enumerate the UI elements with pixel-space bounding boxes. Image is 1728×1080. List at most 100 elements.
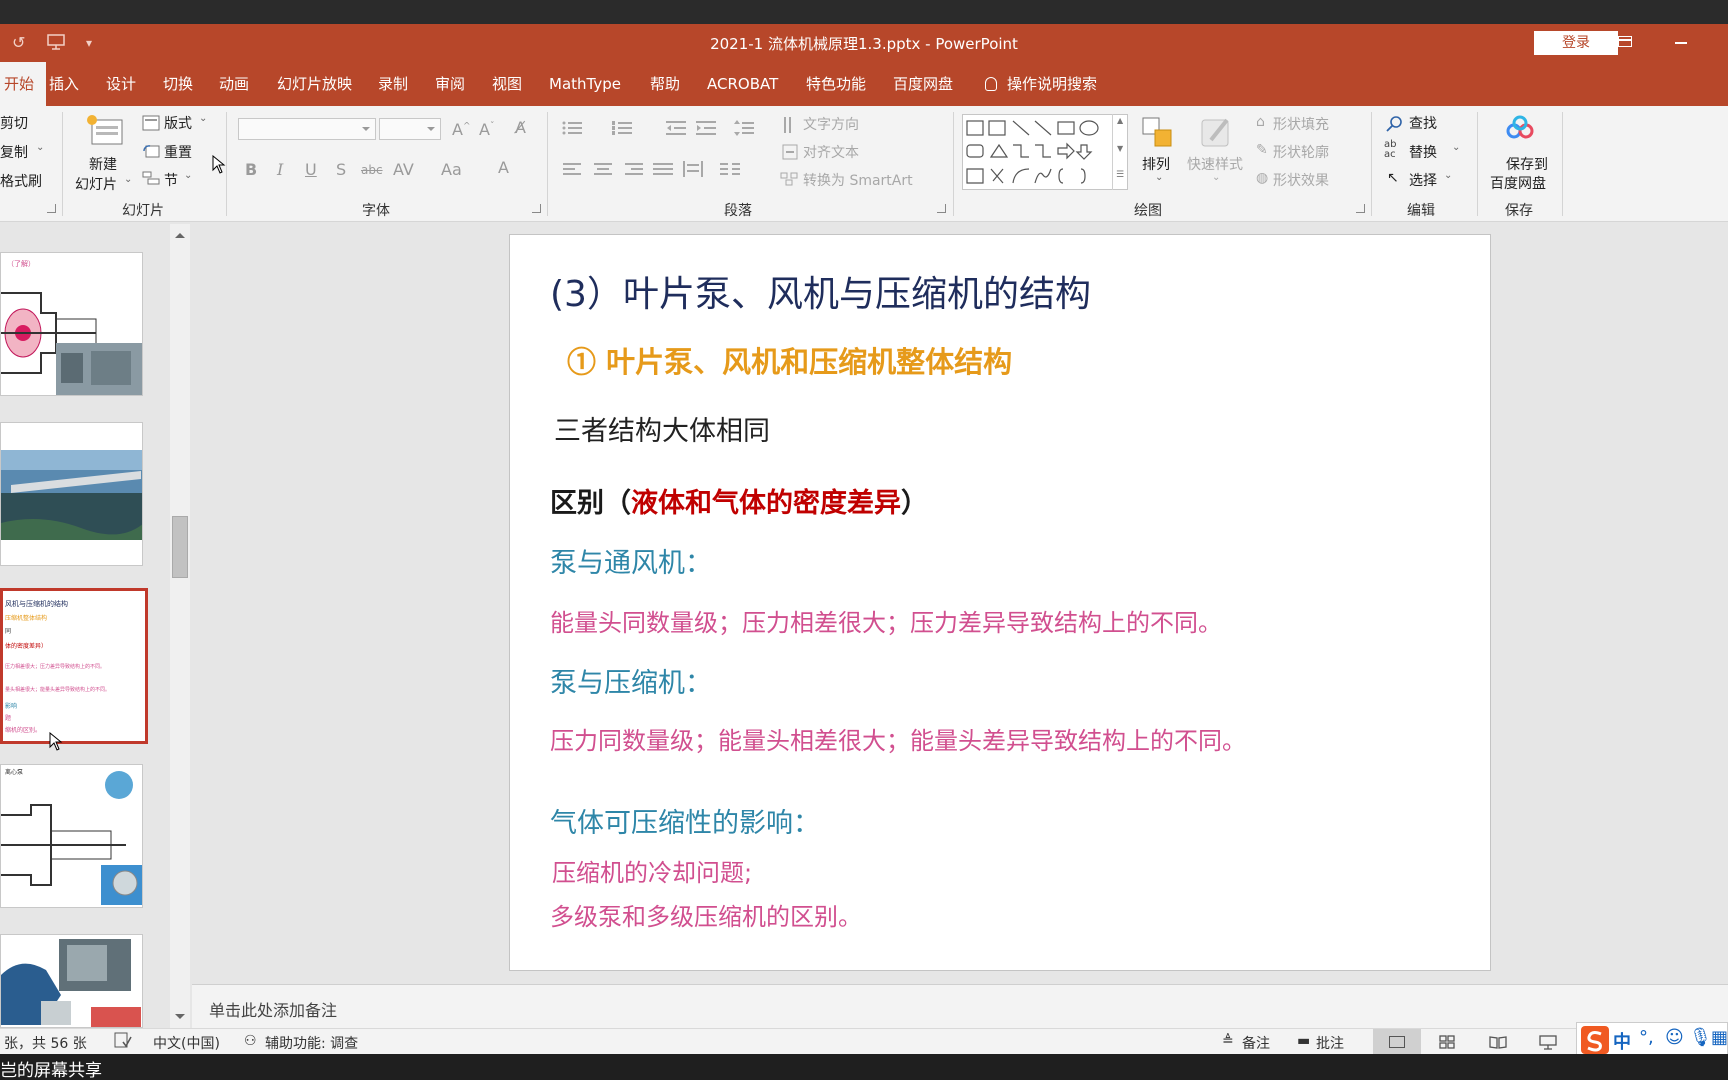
italic-icon[interactable]: I (277, 160, 283, 179)
paragraph-launcher-icon[interactable] (937, 204, 946, 213)
shape-outline-icon[interactable]: ✎ (1256, 142, 1268, 158)
save-to-netdisk-label-1[interactable]: 保存到 (1506, 154, 1548, 174)
shape-fill-icon[interactable]: ⌂ (1256, 114, 1265, 130)
shape-outline-button[interactable]: 形状轮廓 (1273, 142, 1329, 162)
select-dropdown-icon[interactable]: ⌄ (1444, 170, 1452, 181)
align-text-icon[interactable] (782, 144, 798, 160)
align-right-icon[interactable] (623, 162, 643, 176)
increase-font-size-icon[interactable]: A^ (452, 120, 471, 139)
tab-mathtype[interactable]: MathType (549, 62, 621, 106)
slide-difference-line[interactable]: 区别（液体和气体的密度差异） (550, 481, 928, 520)
slide-canvas[interactable]: (3）叶片泵、风机与压缩机的结构 ① 叶片泵、风机和压缩机整体结构 三者结构大体… (509, 234, 1491, 971)
format-painter-button[interactable]: 格式刷 (0, 171, 42, 191)
shadow-icon[interactable]: S (336, 160, 346, 179)
tab-view[interactable]: 视图 (492, 62, 522, 106)
login-button[interactable]: 登录 (1534, 31, 1618, 55)
normal-view-button[interactable] (1373, 1029, 1421, 1055)
quick-styles-button[interactable]: 快速样式 (1187, 154, 1243, 174)
bullets-icon[interactable] (562, 120, 584, 136)
baidu-netdisk-icon[interactable] (1505, 114, 1535, 144)
font-size-dropdown[interactable] (379, 118, 441, 140)
align-center-icon[interactable] (593, 162, 613, 176)
tab-transitions[interactable]: 切换 (163, 62, 193, 106)
ime-punctuation-icon[interactable]: °, (1639, 1027, 1654, 1048)
ime-mode-indicator[interactable]: 中 (1613, 1028, 1631, 1054)
decrease-font-size-icon[interactable]: Aˇ (479, 120, 494, 139)
tab-baidu-netdisk[interactable]: 百度网盘 (893, 62, 953, 106)
tab-acrobat[interactable]: ACROBAT (707, 62, 778, 106)
arrange-dropdown-icon[interactable]: ⌄ (1155, 172, 1163, 183)
replace-dropdown-icon[interactable]: ⌄ (1452, 142, 1460, 153)
slide-thumbnail[interactable]: （了解） (0, 252, 143, 396)
new-slide-icon[interactable] (86, 114, 126, 148)
notes-icon[interactable]: ≜ (1222, 1033, 1234, 1049)
text-direction-button[interactable]: 文字方向 (803, 114, 859, 134)
quick-styles-icon[interactable] (1199, 114, 1235, 154)
ime-voice-icon[interactable]: 🎙 (1689, 1027, 1712, 1048)
quick-styles-dropdown-icon[interactable]: ⌄ (1212, 172, 1220, 183)
minimize-icon[interactable] (1668, 30, 1694, 54)
notes-toggle-button[interactable]: 备注 (1242, 1033, 1270, 1053)
smartart-icon[interactable] (780, 172, 798, 186)
justify-icon[interactable] (653, 162, 673, 176)
tab-home[interactable]: 开始 (0, 62, 47, 106)
character-spacing-icon[interactable]: AV (393, 160, 414, 179)
slide-subtitle[interactable]: ① 叶片泵、风机和压缩机整体结构 (567, 339, 1012, 381)
tab-review[interactable]: 审阅 (435, 62, 465, 106)
font-name-dropdown[interactable] (238, 118, 376, 140)
section-button[interactable]: 节 (164, 170, 178, 190)
convert-smartart-button[interactable]: 转换为 SmartArt (803, 170, 913, 190)
slide-title[interactable]: (3）叶片泵、风机与压缩机的结构 (550, 265, 1091, 317)
compressibility-line-2[interactable]: 多级泵和多级压缩机的区别。 (550, 897, 862, 932)
shapes-gallery[interactable] (962, 114, 1128, 190)
font-launcher-icon[interactable] (532, 204, 541, 213)
notes-pane[interactable]: 单击此处添加备注 (192, 984, 1728, 1028)
new-slide-label-2[interactable]: 幻灯片 (75, 174, 117, 194)
undo-icon[interactable]: ↺ (12, 33, 25, 52)
line-spacing-icon[interactable] (734, 120, 754, 136)
select-icon[interactable]: ↖ (1387, 170, 1399, 186)
arrange-button[interactable]: 排列 (1142, 154, 1170, 174)
layout-icon[interactable] (142, 115, 160, 131)
increase-indent-icon[interactable] (696, 120, 716, 136)
arrange-icon[interactable] (1141, 114, 1177, 154)
slide-thumbnail-pane[interactable]: （了解） 风机与压缩机的结构 压缩机整体结构 同 体的密度差异） 压力相差很大；… (0, 222, 192, 1028)
shape-effects-button[interactable]: 形状效果 (1273, 170, 1329, 190)
text-direction-icon[interactable] (782, 116, 798, 134)
align-text-button[interactable]: 对齐文本 (803, 142, 859, 162)
save-to-netdisk-label-2[interactable]: 百度网盘 (1490, 173, 1546, 193)
underline-icon[interactable]: U (305, 160, 317, 179)
ribbon-display-options-icon[interactable] (1612, 31, 1638, 53)
reading-view-button[interactable] (1473, 1029, 1521, 1055)
find-button[interactable]: 查找 (1409, 113, 1437, 133)
new-slide-dropdown-icon[interactable]: ⌄ (124, 174, 132, 185)
shape-effects-icon[interactable]: ◍ (1256, 170, 1268, 186)
slide-thumbnail-selected[interactable]: 风机与压缩机的结构 压缩机整体结构 同 体的密度差异） 压力相差很大；压力差异导… (0, 588, 148, 744)
section-dropdown-icon[interactable]: ⌄ (184, 170, 192, 181)
ime-toolbar[interactable]: 中 °, ☺ 🎙 ▦ (1576, 1022, 1728, 1056)
tab-design[interactable]: 设计 (106, 62, 136, 106)
shapes-gallery-scroll[interactable]: ▲ ▼ ☰ (1112, 114, 1128, 190)
shape-fill-button[interactable]: 形状填充 (1273, 114, 1329, 134)
scroll-down-icon[interactable] (175, 1014, 185, 1024)
pump-compressor-text[interactable]: 压力同数量级；能量头相差很大；能量头差异导致结构上的不同。 (550, 721, 1246, 756)
comments-icon[interactable]: ▬ (1297, 1033, 1310, 1049)
layout-dropdown-icon[interactable]: ⌄ (199, 113, 207, 124)
distributed-icon[interactable] (683, 160, 703, 178)
slideshow-view-button[interactable] (1523, 1029, 1571, 1055)
copy-button[interactable]: 复制 (0, 142, 28, 162)
tab-insert[interactable]: 插入 (49, 62, 79, 106)
compressibility-line-1[interactable]: 压缩机的冷却问题; (552, 853, 752, 888)
numbering-icon[interactable] (612, 120, 634, 136)
select-button[interactable]: 选择 (1409, 170, 1437, 190)
decrease-indent-icon[interactable] (666, 120, 686, 136)
tab-help[interactable]: 帮助 (650, 62, 680, 106)
cut-button[interactable]: 剪切 (0, 113, 28, 133)
bold-icon[interactable]: B (245, 160, 257, 179)
font-color-icon[interactable]: A (498, 158, 509, 177)
drawing-launcher-icon[interactable] (1356, 204, 1365, 213)
new-slide-label-1[interactable]: 新建 (89, 154, 117, 174)
pump-compressor-heading[interactable]: 泵与压缩机： (550, 661, 712, 700)
tab-record[interactable]: 录制 (378, 62, 408, 106)
clipboard-launcher-icon[interactable] (47, 204, 56, 213)
